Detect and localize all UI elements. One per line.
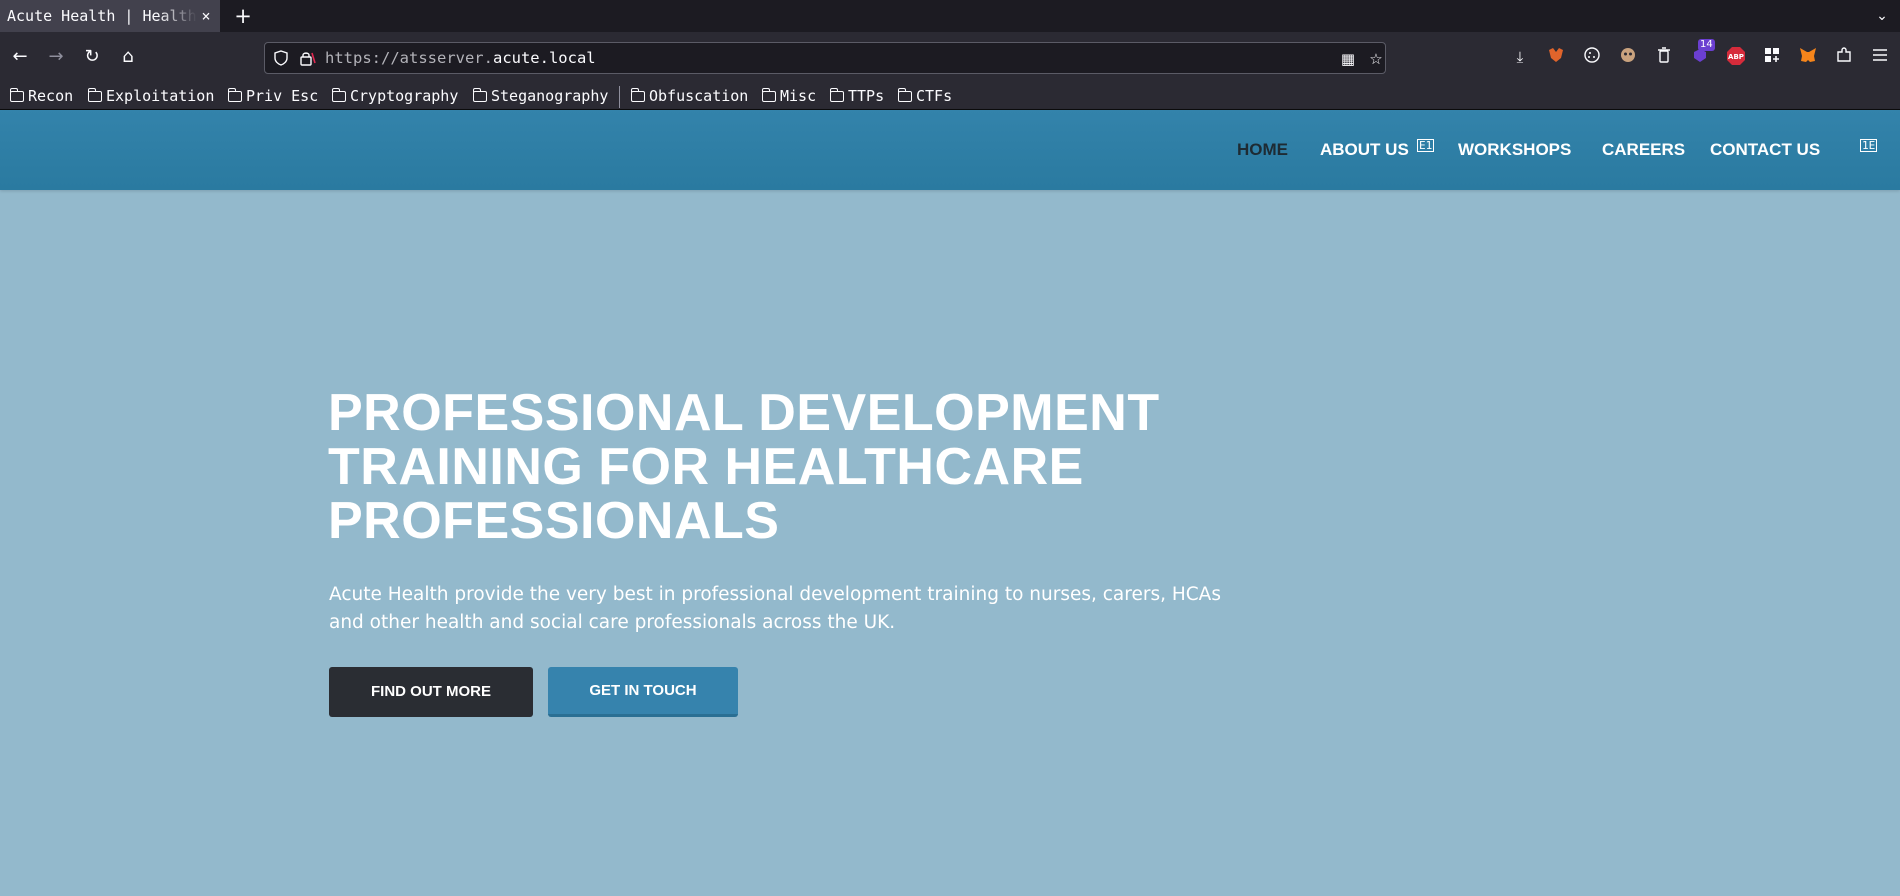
- folder-icon: [227, 88, 242, 102]
- menu-extra-icon[interactable]: 1E: [1860, 139, 1878, 152]
- folder-icon: [897, 88, 912, 102]
- about-dropdown-icon[interactable]: E1: [1417, 139, 1435, 152]
- find-out-more-button[interactable]: FIND OUT MORE: [329, 667, 533, 717]
- download-icon[interactable]: ⤓: [1509, 46, 1531, 68]
- url-host: acute.local: [492, 49, 596, 67]
- bookmarks-separator: [619, 86, 620, 108]
- bookmark-folder[interactable]: Exploitation: [87, 82, 214, 110]
- face-extension-icon[interactable]: [1617, 46, 1639, 68]
- bookmark-folder[interactable]: Cryptography: [331, 82, 458, 110]
- active-tab[interactable]: Acute Health | Health ×: [0, 0, 220, 32]
- tab-title: Acute Health | Health: [7, 7, 197, 25]
- folder-icon: [829, 88, 844, 102]
- reload-button[interactable]: ↻: [80, 45, 104, 69]
- hero-title: PROFESSIONAL DEVELOPMENT TRAINING FOR HE…: [328, 384, 1160, 550]
- get-in-touch-button[interactable]: GET IN TOUCH: [548, 667, 738, 717]
- home-button[interactable]: ⌂: [116, 45, 140, 69]
- trash-icon[interactable]: [1653, 46, 1675, 68]
- grid-extension-icon[interactable]: [1761, 46, 1783, 68]
- url-text[interactable]: https://atsserver.acute.local: [325, 43, 596, 73]
- hero-subtitle: Acute Health provide the very best in pr…: [329, 584, 1221, 633]
- tab-close-icon[interactable]: ×: [198, 8, 214, 24]
- nav-careers[interactable]: CAREERS: [1602, 110, 1685, 190]
- badge-extension-icon[interactable]: 14: [1689, 39, 1715, 68]
- nav-home[interactable]: HOME: [1237, 110, 1288, 190]
- extension-count-badge: 14: [1698, 39, 1715, 51]
- bookmark-folder[interactable]: Obfuscation: [630, 82, 748, 110]
- bookmark-folder[interactable]: Steganography: [472, 82, 608, 110]
- nav-workshops[interactable]: WORKSHOPS: [1458, 110, 1571, 190]
- new-tab-button[interactable]: +: [233, 6, 253, 27]
- menu-icon[interactable]: [1869, 46, 1891, 68]
- bookmark-folder[interactable]: Priv Esc: [227, 82, 318, 110]
- tracking-protection-shield-icon[interactable]: [273, 50, 289, 66]
- insecure-lock-icon[interactable]: [299, 50, 317, 66]
- nav-contact-us[interactable]: CONTACT US: [1710, 110, 1820, 190]
- qr-code-icon[interactable]: ▦: [1339, 50, 1357, 68]
- nav-about-us[interactable]: ABOUT US: [1320, 110, 1409, 190]
- bookmark-folder[interactable]: Misc: [761, 82, 816, 110]
- url-subdomain: atsserver.: [399, 49, 493, 67]
- cookie-icon[interactable]: [1581, 46, 1603, 68]
- folder-icon: [472, 88, 487, 102]
- address-bar[interactable]: https://atsserver.acute.local ▦ ☆: [264, 42, 1386, 74]
- adblock-icon[interactable]: ABP: [1725, 46, 1747, 68]
- url-scheme: https://: [325, 49, 400, 67]
- navigation-toolbar: ← → ↻ ⌂ https://atsserver.acute.local ▦ …: [0, 32, 1900, 82]
- bookmarks-toolbar: Recon Exploitation Priv Esc Cryptography…: [0, 82, 1900, 110]
- bookmark-folder[interactable]: Recon: [9, 82, 73, 110]
- folder-icon: [9, 88, 24, 102]
- fox-extension-icon[interactable]: [1545, 46, 1567, 68]
- folder-icon: [761, 88, 776, 102]
- forward-button[interactable]: →: [44, 45, 68, 69]
- puzzle-icon[interactable]: [1833, 46, 1855, 68]
- folder-icon: [630, 88, 645, 102]
- folder-icon: [87, 88, 102, 102]
- site-header: HOME ABOUT US E1 WORKSHOPS CAREERS CONTA…: [0, 110, 1900, 190]
- adblock-label: ABP: [1728, 53, 1744, 61]
- folder-icon: [331, 88, 346, 102]
- metamask-icon[interactable]: [1797, 46, 1819, 68]
- tab-strip: Acute Health | Health × + ⌄: [0, 0, 1900, 32]
- bookmark-folder[interactable]: CTFs: [897, 82, 952, 110]
- bookmark-folder[interactable]: TTPs: [829, 82, 884, 110]
- back-button[interactable]: ←: [8, 45, 32, 69]
- list-all-tabs-icon[interactable]: ⌄: [1872, 7, 1892, 25]
- bookmark-star-icon[interactable]: ☆: [1367, 50, 1385, 68]
